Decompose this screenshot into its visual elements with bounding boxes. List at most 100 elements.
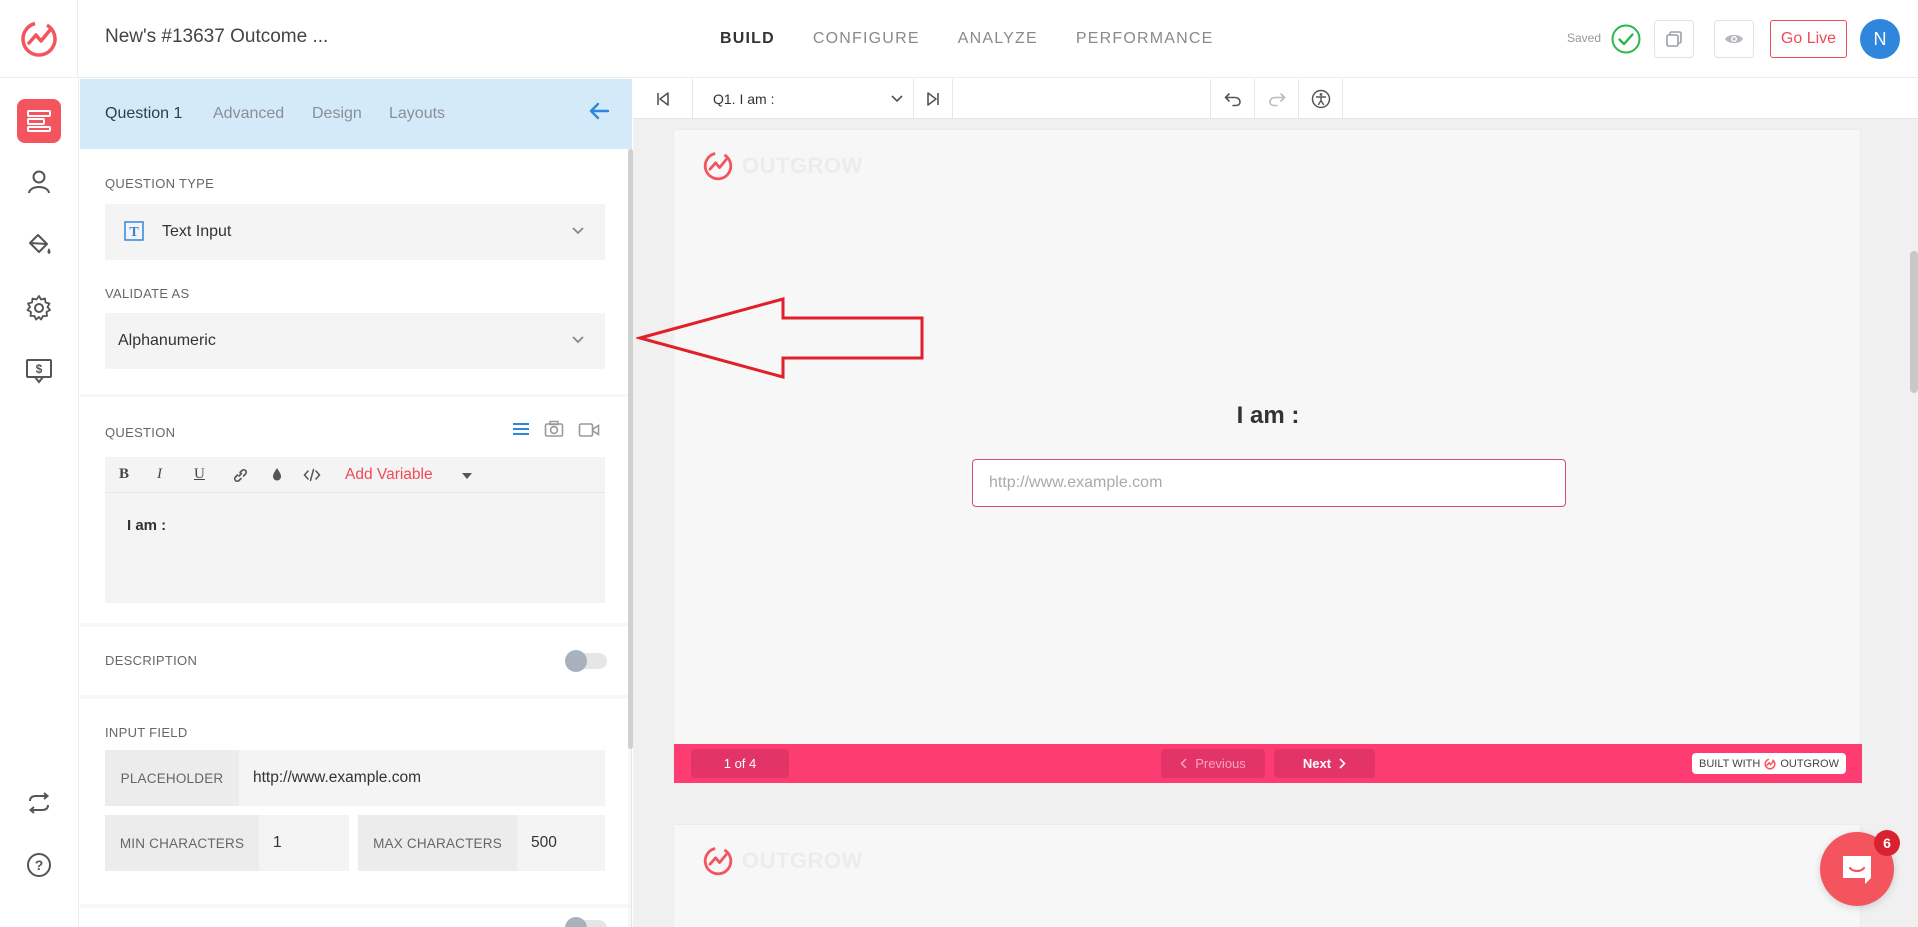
preview-question-title[interactable]: I am : (674, 402, 1862, 430)
input-field-section: INPUT FIELD PLACEHOLDER http://www.examp… (80, 699, 628, 904)
redo-button[interactable] (1255, 79, 1299, 119)
question-text: I am : (127, 517, 167, 534)
svg-text:T: T (129, 225, 139, 240)
duplicate-button[interactable] (1654, 20, 1694, 58)
description-label: DESCRIPTION (105, 653, 198, 668)
rail-item-help[interactable]: ? (17, 843, 61, 887)
nav-performance[interactable]: PERFORMANCE (1076, 30, 1214, 48)
italic-button[interactable]: I (157, 466, 162, 483)
saved-check-icon (1611, 24, 1641, 54)
bold-button[interactable]: B (119, 466, 129, 483)
max-characters-input[interactable]: 500 (517, 815, 605, 871)
first-question-button[interactable] (633, 79, 693, 119)
next-section-partial (80, 908, 628, 927)
skip-forward-icon (927, 92, 939, 106)
previous-button[interactable]: Previous (1161, 749, 1265, 778)
question-type-value: Text Input (162, 223, 232, 240)
chat-icon (1843, 856, 1871, 884)
outgrow-logo[interactable] (0, 0, 78, 78)
min-characters-input[interactable]: 1 (259, 815, 349, 871)
undo-button[interactable] (1211, 79, 1255, 119)
annotation-arrow-icon (636, 297, 924, 379)
toggle-knob (565, 917, 587, 927)
built-with-badge[interactable]: BUILT WITH OUTGROW (1692, 753, 1846, 774)
next-button[interactable]: Next (1274, 749, 1375, 778)
svg-text:$: $ (36, 362, 43, 376)
user-icon (28, 170, 50, 194)
align-text-icon[interactable] (512, 422, 530, 438)
nav-configure[interactable]: CONFIGURE (813, 30, 920, 48)
dollar-screen-icon: $ (26, 359, 52, 384)
card-logo: OUTGROW (702, 845, 863, 877)
help-icon: ? (27, 853, 51, 877)
rail-item-build[interactable] (17, 99, 61, 143)
nav-analyze[interactable]: ANALYZE (958, 30, 1038, 48)
next-section-toggle[interactable] (565, 917, 607, 927)
chevron-left-icon (1180, 758, 1187, 769)
user-avatar[interactable]: N (1860, 19, 1900, 59)
undo-icon (1224, 93, 1241, 107)
preview-button[interactable] (1714, 20, 1754, 58)
min-characters-label: MIN CHARACTERS (105, 815, 259, 871)
placeholder-input[interactable]: http://www.example.com (239, 750, 605, 806)
go-live-button[interactable]: Go Live (1770, 20, 1847, 58)
redo-icon (1268, 93, 1285, 107)
video-icon[interactable] (578, 422, 600, 438)
top-bar: New's #13637 Outcome ... BUILD CONFIGURE… (0, 0, 1918, 78)
question-select-value: Q1. I am : (713, 91, 775, 107)
color-drop-icon[interactable] (270, 466, 284, 482)
left-icon-rail: $ ? (0, 79, 79, 927)
tab-layouts[interactable]: Layouts (389, 105, 445, 123)
document-title[interactable]: New's #13637 Outcome ... (105, 26, 328, 48)
nav-build[interactable]: BUILD (720, 30, 775, 48)
underline-button[interactable]: U (194, 466, 205, 483)
toggle-knob (565, 650, 587, 672)
code-icon[interactable] (303, 467, 321, 483)
gear-icon (26, 295, 51, 321)
tab-design[interactable]: Design (312, 105, 362, 123)
preview-answer-input[interactable]: http://www.example.com (972, 459, 1566, 507)
chevron-down-icon (572, 227, 584, 235)
placeholder-field: PLACEHOLDER http://www.example.com (105, 750, 605, 806)
question-editor[interactable]: I am : (105, 493, 605, 603)
skip-back-icon (656, 92, 669, 106)
built-with-brand: OUTGROW (1780, 757, 1839, 770)
card-logo: OUTGROW (702, 150, 863, 182)
sync-icon (28, 792, 50, 814)
build-list-icon (27, 110, 51, 132)
validate-as-select[interactable]: Alphanumeric (105, 313, 605, 369)
app-root: New's #13637 Outcome ... BUILD CONFIGURE… (0, 0, 1918, 927)
arrow-left-icon[interactable] (588, 101, 610, 121)
input-field-label: INPUT FIELD (105, 725, 188, 740)
tab-question-1[interactable]: Question 1 (105, 105, 182, 123)
question-type-select[interactable]: T Text Input (105, 204, 605, 260)
question-type-section: QUESTION TYPE T Text Input VALIDATE AS A… (80, 149, 628, 394)
validate-as-value: Alphanumeric (118, 332, 216, 349)
question-select[interactable]: Q1. I am : (703, 79, 913, 119)
text-type-icon: T (124, 221, 144, 241)
card-logo-wordmark: OUTGROW (742, 153, 863, 178)
max-characters-label: MAX CHARACTERS (358, 815, 517, 871)
description-toggle[interactable] (565, 650, 607, 672)
rail-item-pricing[interactable]: $ (17, 349, 61, 393)
add-variable-button[interactable]: Add Variable (345, 466, 433, 484)
min-characters-field: MIN CHARACTERS 1 (105, 815, 349, 871)
preview-scrollbar[interactable] (1910, 251, 1918, 393)
outgrow-logo-icon (703, 846, 733, 876)
placeholder-label: PLACEHOLDER (105, 750, 239, 806)
rail-item-audience[interactable] (17, 160, 61, 204)
accessibility-button[interactable] (1299, 79, 1343, 119)
rail-item-sync[interactable] (17, 781, 61, 825)
chat-unread-badge: 6 (1874, 830, 1900, 856)
question-label: QUESTION (105, 425, 176, 440)
tab-advanced[interactable]: Advanced (213, 105, 284, 123)
next-label: Next (1302, 756, 1332, 771)
validate-as-label: VALIDATE AS (105, 286, 190, 301)
camera-icon[interactable] (544, 420, 564, 438)
main-nav: BUILD CONFIGURE ANALYZE PERFORMANCE (720, 0, 1214, 78)
link-icon[interactable] (232, 467, 248, 483)
editor-toolbar: Q1. I am : (633, 79, 1918, 119)
last-question-button[interactable] (913, 79, 953, 119)
rail-item-design[interactable] (17, 223, 61, 267)
rail-item-settings[interactable] (17, 286, 61, 330)
